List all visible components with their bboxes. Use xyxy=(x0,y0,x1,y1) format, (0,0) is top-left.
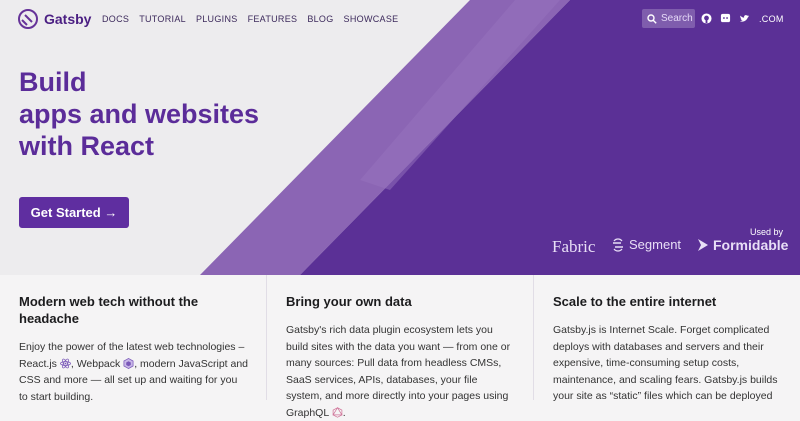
feature-bring-your-own-data: Bring your own data Gatsby's rich data p… xyxy=(267,275,534,419)
used-by-label: Used by xyxy=(749,227,783,237)
github-icon[interactable] xyxy=(701,13,712,24)
formidable-logo-icon xyxy=(698,239,708,251)
brand-name: Gatsby xyxy=(44,11,92,27)
feature-scale-to-internet: Scale to the entire internet Gatsby.js i… xyxy=(534,275,800,402)
nav-link-docs[interactable]: DOCS xyxy=(102,14,129,24)
feature-title: Bring your own data xyxy=(286,294,412,309)
feature-modern-web-tech: Modern web tech without the headache Enj… xyxy=(0,275,267,403)
feature-text-part: . xyxy=(342,406,346,419)
feature-text-part: , Webpack xyxy=(70,357,124,370)
nav-link-blog[interactable]: BLOG xyxy=(307,14,333,24)
gatsby-logo-icon xyxy=(18,9,38,29)
hero-headline-line: apps and websites xyxy=(19,99,260,129)
nav-links: DOCS TUTORIAL PLUGINS FEATURES BLOG SHOW… xyxy=(102,14,408,24)
search-icon xyxy=(647,13,657,24)
nav-link-showcase[interactable]: SHOWCASE xyxy=(344,14,399,24)
gatsby-logo-link[interactable]: Gatsby xyxy=(18,9,91,29)
feature-description: Gatsby.js is Internet Scale. Forget comp… xyxy=(553,324,778,402)
partner-fabric: Fabric xyxy=(552,237,595,257)
feature-description: Gatsby's rich data plugin ecosystem lets… xyxy=(286,322,515,421)
webpack-icon xyxy=(123,357,134,369)
feature-title: Scale to the entire internet xyxy=(553,294,717,309)
partner-formidable-name: Formidable xyxy=(713,237,789,253)
nav-link-tutorial[interactable]: TUTORIAL xyxy=(139,14,186,24)
hero-headline-line: with React xyxy=(19,131,155,161)
feature-description: Enjoy the power of the latest web techno… xyxy=(19,339,248,405)
search-input[interactable] xyxy=(657,13,693,24)
features-section: Modern web tech without the headache Enj… xyxy=(0,275,800,419)
partner-segment-name: Segment xyxy=(629,237,682,252)
partner-fabric-name: Fabric xyxy=(552,237,596,256)
graphql-icon xyxy=(332,406,343,418)
search-box[interactable] xyxy=(642,9,695,28)
feature-title: Modern web tech without the headache xyxy=(19,294,199,326)
react-icon xyxy=(59,358,71,368)
feature-text-part: Gatsby's rich data plugin ecosystem lets… xyxy=(286,324,511,419)
hero-headline-line: Build xyxy=(19,67,87,97)
domain-link[interactable]: .COM xyxy=(759,14,784,24)
hero-section: Gatsby DOCS TUTORIAL PLUGINS FEATURES BL… xyxy=(0,0,800,275)
top-navigation: Gatsby DOCS TUTORIAL PLUGINS FEATURES BL… xyxy=(0,0,800,38)
hero-headline: Build apps and websites with React xyxy=(19,66,259,162)
twitter-icon[interactable] xyxy=(739,13,750,24)
nav-link-plugins[interactable]: PLUGINS xyxy=(196,14,238,24)
partner-formidable: Formidable xyxy=(697,237,788,253)
partner-segment: Segment xyxy=(611,237,681,252)
segment-logo-icon xyxy=(613,237,623,252)
get-started-button[interactable]: Get Started → xyxy=(19,197,129,228)
nav-link-features[interactable]: FEATURES xyxy=(248,14,298,24)
discord-icon[interactable] xyxy=(720,13,731,24)
